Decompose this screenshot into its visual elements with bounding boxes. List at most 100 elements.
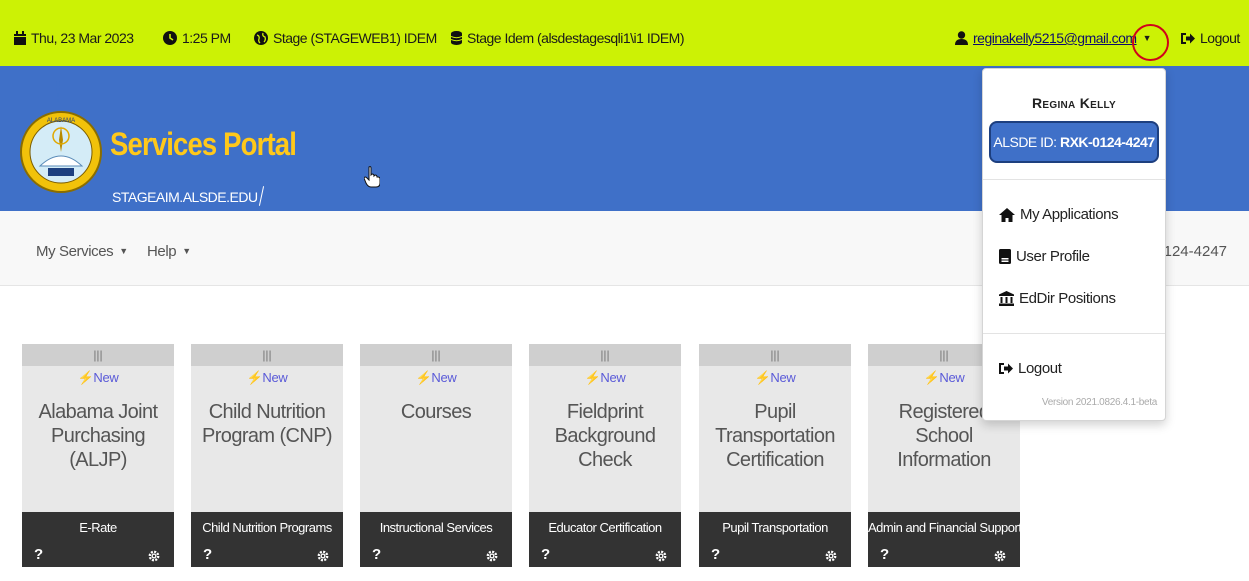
new-badge: ⚡New — [699, 370, 851, 386]
home-icon — [999, 207, 1015, 222]
user-icon — [955, 31, 968, 45]
database-text: Stage Idem (alsdestagesqli1\i1 IDEM) — [467, 30, 685, 46]
gear-icon[interactable] — [994, 550, 1006, 562]
gear-icon[interactable] — [148, 550, 160, 562]
state-seal-logo: ALABAMA — [20, 80, 102, 193]
user-dropdown-menu: Regina Kelly ALSDE ID: RXK-0124-4247 My … — [982, 68, 1166, 421]
new-badge: ⚡New — [22, 370, 174, 386]
menu-item-my-applications[interactable]: My Applications — [999, 206, 1119, 223]
help-icon[interactable]: ? — [203, 546, 212, 563]
svg-text:ALABAMA: ALABAMA — [47, 118, 75, 124]
bolt-icon: ⚡ — [754, 370, 771, 385]
new-label: New — [939, 370, 965, 385]
logout-label[interactable]: Logout — [1200, 30, 1240, 46]
date-text: Thu, 23 Mar 2023 — [31, 30, 134, 46]
user-full-name: Regina Kelly — [1031, 95, 1117, 111]
stage-text: Stage (STAGEWEB1) IDEM — [273, 30, 437, 46]
nav-help-label[interactable]: Help — [147, 243, 177, 260]
alsde-id-badge: ALSDE ID: RXK-0124-4247 — [989, 121, 1159, 163]
tile-category: Educator Certification — [548, 520, 662, 535]
tile-footer: E-Rate ? — [22, 512, 174, 567]
user-menu-toggle[interactable]: reginakelly5215@gmail.com ▼ — [955, 30, 1152, 46]
hand-pointer-icon — [364, 166, 380, 188]
service-tile[interactable]: ||| ⚡New Pupil Transportation Certificat… — [699, 344, 851, 567]
tile-category: Instructional Services — [379, 520, 493, 535]
sign-out-icon — [1181, 32, 1195, 44]
tile-name[interactable]: Courses — [360, 400, 512, 424]
stage-item: Stage (STAGEWEB1) IDEM — [254, 30, 437, 46]
tile-footer: Pupil Transportation ? — [699, 512, 851, 567]
drag-handle-icon[interactable]: ||| — [22, 344, 174, 366]
tile-category: E-Rate — [79, 520, 117, 535]
portal-url: STAGEAIM.ALSDE.EDU — [112, 186, 262, 206]
tile-footer: Child Nutrition Programs ? — [191, 512, 343, 567]
bolt-icon: ⚡ — [246, 370, 263, 385]
tile-footer: Instructional Services ? — [360, 512, 512, 567]
sign-out-icon — [999, 363, 1013, 374]
tile-category: Pupil Transportation — [722, 520, 828, 535]
tile-category: Child Nutrition Programs — [202, 520, 332, 535]
nav-my-services-label[interactable]: My Services — [36, 243, 114, 260]
version-text: Version 2021.0826.4.1-beta — [1041, 397, 1157, 408]
new-label: New — [600, 370, 626, 385]
alsde-id-label: ALSDE ID: — [993, 134, 1057, 150]
service-tile[interactable]: ||| ⚡New Courses Instructional Services … — [360, 344, 512, 567]
tile-name[interactable]: Alabama Joint Purchasing (ALJP) — [22, 400, 174, 472]
drag-handle-icon[interactable]: ||| — [699, 344, 851, 366]
id-card-icon — [999, 249, 1011, 264]
help-icon[interactable]: ? — [880, 546, 889, 563]
caret-down-icon[interactable]: ▼ — [182, 246, 191, 256]
new-label: New — [262, 370, 288, 385]
drag-handle-icon[interactable]: ||| — [360, 344, 512, 366]
bolt-icon: ⚡ — [77, 370, 94, 385]
gear-icon[interactable] — [655, 550, 667, 562]
tile-footer: Educator Certification ? — [529, 512, 681, 567]
date-item: Thu, 23 Mar 2023 — [14, 30, 134, 46]
tile-category: Admin and Financial Support — [868, 520, 1022, 535]
portal-title: Services Portal — [110, 126, 297, 162]
tile-name[interactable]: Fieldprint Background Check — [529, 400, 681, 472]
service-tile[interactable]: ||| ⚡New Child Nutrition Program (CNP) C… — [191, 344, 343, 567]
database-icon — [451, 31, 462, 45]
menu-item-label[interactable]: User Profile — [1016, 248, 1090, 265]
new-badge: ⚡New — [529, 370, 681, 386]
tile-name[interactable]: Pupil Transportation Certification — [699, 400, 851, 472]
gear-icon[interactable] — [825, 550, 837, 562]
institution-icon — [999, 291, 1014, 306]
highlight-circle — [1132, 24, 1169, 61]
help-icon[interactable]: ? — [541, 546, 550, 563]
menu-divider — [983, 179, 1165, 180]
nav-alsde-id: 0124-4247 — [1155, 243, 1227, 260]
service-tile[interactable]: ||| ⚡New Fieldprint Background Check Edu… — [529, 344, 681, 567]
user-email-link[interactable]: reginakelly5215@gmail.com — [973, 30, 1137, 46]
tile-footer: Admin and Financial Support ? — [868, 512, 1022, 567]
gear-icon[interactable] — [317, 550, 329, 562]
help-icon[interactable]: ? — [372, 546, 381, 563]
caret-down-icon[interactable]: ▼ — [119, 246, 128, 256]
nav-my-services[interactable]: My Services ▼ — [36, 243, 128, 260]
time-item: 1:25 PM — [163, 30, 231, 46]
new-label: New — [93, 370, 119, 385]
clock-icon — [163, 31, 177, 45]
help-icon[interactable]: ? — [34, 546, 43, 563]
new-label: New — [431, 370, 457, 385]
menu-item-logout[interactable]: Logout — [999, 360, 1062, 377]
drag-handle-icon[interactable]: ||| — [529, 344, 681, 366]
menu-item-eddir-positions[interactable]: EdDir Positions — [999, 290, 1116, 307]
service-tile[interactable]: ||| ⚡New Alabama Joint Purchasing (ALJP)… — [22, 344, 174, 567]
help-icon[interactable]: ? — [711, 546, 720, 563]
menu-item-user-profile[interactable]: User Profile — [999, 248, 1090, 265]
menu-item-label[interactable]: Logout — [1018, 360, 1062, 377]
drag-handle-icon[interactable]: ||| — [191, 344, 343, 366]
globe-icon — [254, 31, 268, 45]
bolt-icon: ⚡ — [415, 370, 432, 385]
menu-item-label[interactable]: EdDir Positions — [1019, 290, 1116, 307]
tile-name[interactable]: Child Nutrition Program (CNP) — [191, 400, 343, 448]
gear-icon[interactable] — [486, 550, 498, 562]
nav-help[interactable]: Help ▼ — [147, 243, 191, 260]
menu-item-label[interactable]: My Applications — [1020, 206, 1119, 223]
calendar-icon — [14, 31, 26, 45]
logout-link[interactable]: Logout — [1181, 30, 1240, 46]
time-text: 1:25 PM — [182, 30, 231, 46]
new-label: New — [770, 370, 796, 385]
